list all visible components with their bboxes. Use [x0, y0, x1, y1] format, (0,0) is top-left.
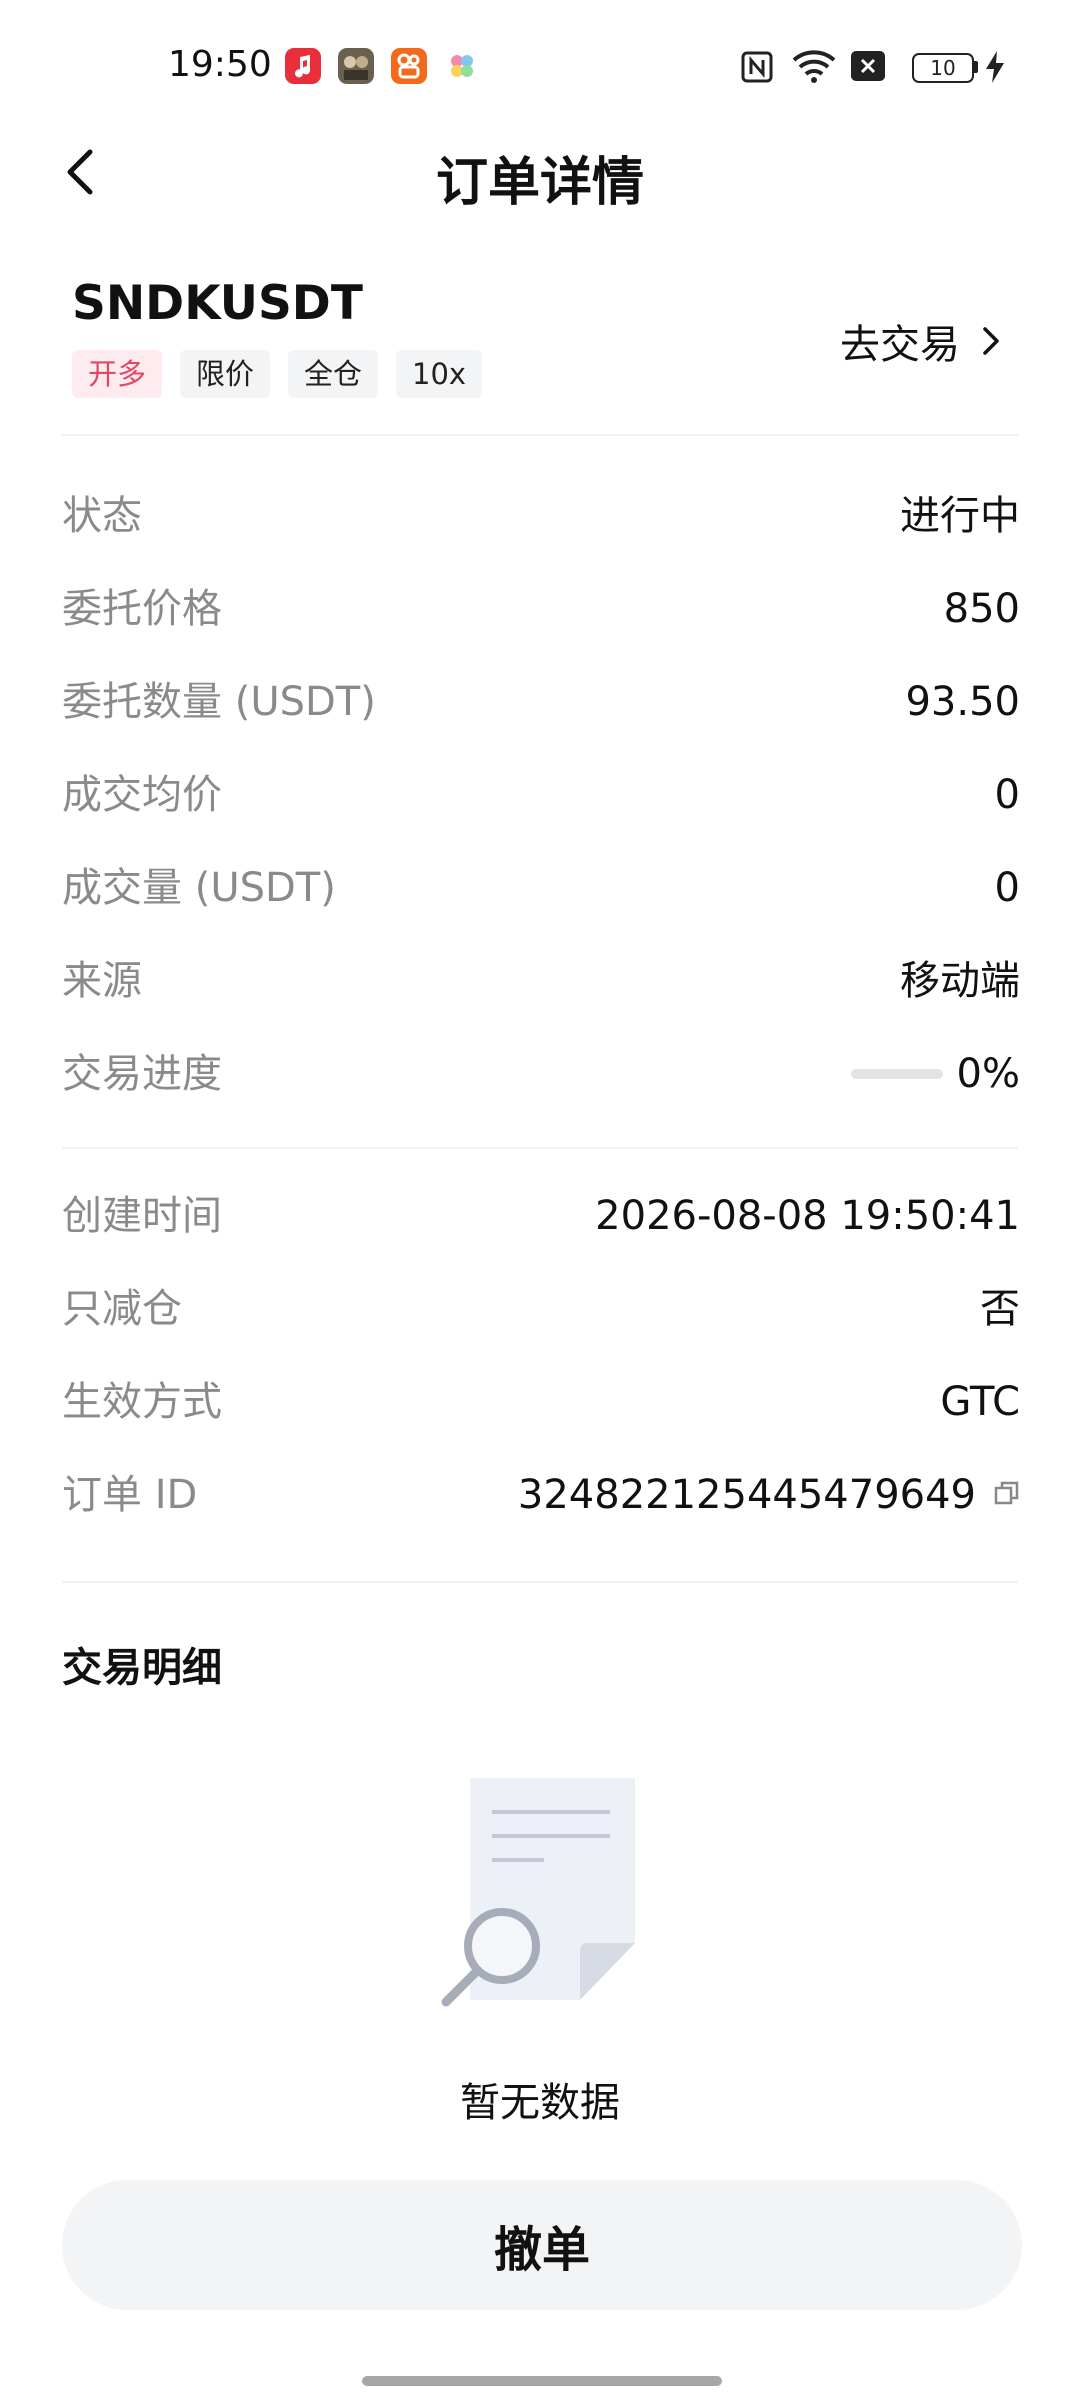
time-in-force-value: GTC	[940, 1379, 1020, 1425]
cancel-order-button[interactable]: 撤单	[62, 2180, 1022, 2310]
reduce-only-value: 否	[980, 1286, 1020, 1332]
filled-value: 0	[994, 865, 1020, 911]
status-time: 19:50	[168, 44, 272, 85]
symbol-name: SNDKUSDT	[72, 276, 363, 331]
charging-icon	[984, 50, 1006, 88]
trade-details-title: 交易明细	[62, 1645, 222, 1691]
status-bar: 19:50 10	[0, 0, 1080, 130]
divider	[62, 1581, 1018, 1583]
tag-long: 开多	[72, 350, 163, 398]
game-app-icon	[338, 48, 374, 84]
filled-label: 成交量 (USDT)	[62, 865, 336, 911]
row-order-id: 订单 ID 324822125445479649	[62, 1465, 1020, 1525]
created-value: 2026-08-08 19:50:41	[595, 1193, 1020, 1239]
avg-price-value: 0	[994, 772, 1020, 818]
music-app-icon	[285, 48, 321, 84]
battery-tip	[974, 61, 978, 73]
empty-document-search-icon	[440, 1778, 640, 2018]
quantity-value: 93.50	[905, 679, 1020, 725]
copy-icon[interactable]	[994, 1480, 1020, 1510]
quantity-label: 委托数量 (USDT)	[62, 679, 376, 725]
status-label: 状态	[62, 493, 142, 539]
created-label: 创建时间	[62, 1193, 222, 1239]
status-value: 进行中	[900, 493, 1020, 539]
tag-order-type: 限价	[180, 350, 271, 398]
price-label: 委托价格	[62, 586, 222, 632]
progress-value: 0%	[956, 1051, 1020, 1097]
progress-group: 0%	[850, 1044, 1020, 1104]
order-id-value: 324822125445479649	[517, 1472, 976, 1518]
clover-app-icon	[444, 48, 480, 84]
kuaishou-app-icon	[391, 48, 427, 84]
price-value: 850	[943, 586, 1020, 632]
row-time-in-force: 生效方式 GTC	[62, 1372, 1020, 1432]
row-reduce-only: 只减仓 否	[62, 1279, 1020, 1339]
tag-leverage: 10x	[396, 350, 483, 398]
row-source: 来源 移动端	[62, 951, 1020, 1011]
progress-bar	[850, 1069, 943, 1079]
divider	[62, 1147, 1018, 1149]
battery-icon: 10	[912, 53, 974, 83]
chevron-right-icon	[983, 327, 999, 355]
row-quantity: 委托数量 (USDT) 93.50	[62, 672, 1020, 732]
row-progress: 交易进度 0%	[62, 1044, 1020, 1104]
row-created: 创建时间 2026-08-08 19:50:41	[62, 1186, 1020, 1246]
source-value: 移动端	[900, 958, 1020, 1004]
order-id-group: 324822125445479649	[518, 1465, 1020, 1525]
go-trade-label: 去交易	[840, 322, 960, 368]
time-in-force-label: 生效方式	[62, 1379, 222, 1425]
source-label: 来源	[62, 958, 142, 1004]
row-status: 状态 进行中	[62, 486, 1020, 546]
home-indicator[interactable]	[362, 2376, 722, 2386]
row-avg-price: 成交均价 0	[62, 765, 1020, 825]
avg-price-label: 成交均价	[62, 772, 222, 818]
empty-state-text: 暂无数据	[460, 2080, 620, 2126]
tag-margin-mode: 全仓	[288, 350, 379, 398]
divider	[62, 434, 1018, 436]
row-price: 委托价格 850	[62, 579, 1020, 639]
order-id-label: 订单 ID	[62, 1472, 198, 1518]
no-sim-icon	[850, 50, 886, 86]
go-trade-button[interactable]: 去交易	[840, 312, 1002, 370]
reduce-only-label: 只减仓	[62, 1286, 182, 1332]
nfc-icon	[740, 50, 774, 88]
progress-label: 交易进度	[62, 1051, 222, 1097]
row-filled: 成交量 (USDT) 0	[62, 858, 1020, 918]
page-title: 订单详情	[435, 153, 644, 213]
wifi-icon	[792, 48, 836, 88]
